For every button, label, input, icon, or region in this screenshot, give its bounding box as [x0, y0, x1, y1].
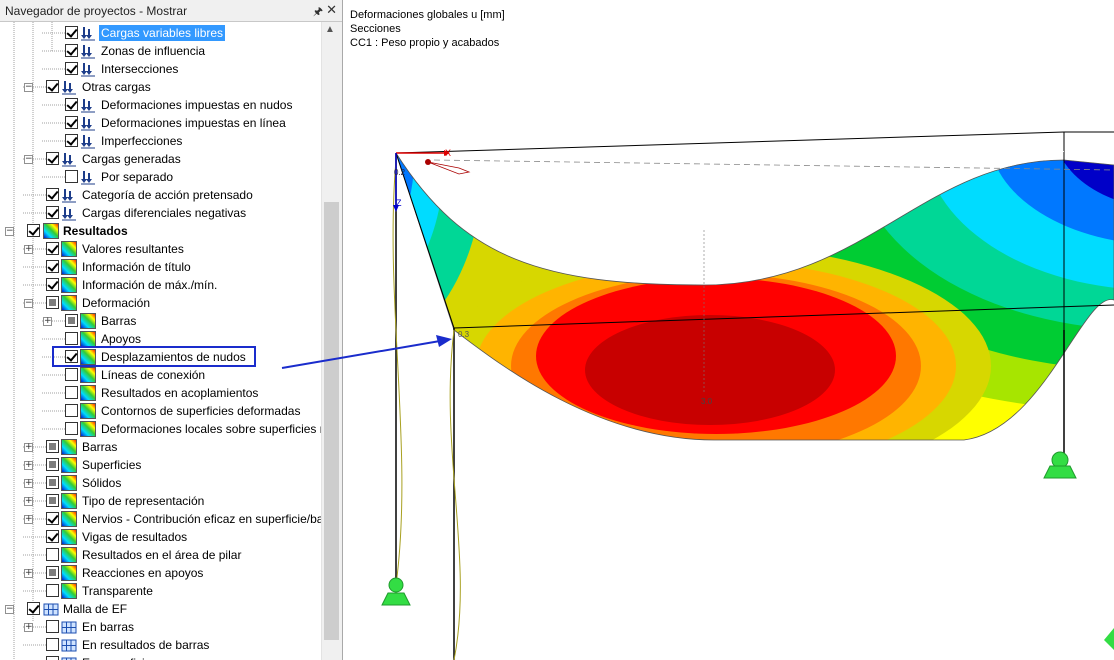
tree-item-label: Vigas de resultados	[82, 530, 188, 544]
tree-item-checkbox[interactable]	[27, 602, 40, 615]
tree-item-checkbox[interactable]	[46, 530, 59, 543]
results-icon	[80, 421, 96, 437]
mesh-icon	[43, 601, 59, 617]
results-icon	[61, 583, 77, 599]
tree-item[interactable]: + Superficies	[0, 456, 321, 474]
tree-item-label: Contornos de superficies deformadas	[101, 404, 301, 418]
tree-item-checkbox[interactable]	[46, 620, 59, 633]
expand-icon[interactable]: +	[24, 623, 33, 632]
expand-icon[interactable]: +	[24, 569, 33, 578]
tree-item-label: Reacciones en apoyos	[82, 566, 204, 580]
expand-icon[interactable]: +	[24, 443, 33, 452]
tree-item-checkbox[interactable]	[46, 566, 59, 579]
tree-item-label: Tipo de representación	[82, 494, 205, 508]
tree-item-checkbox[interactable]	[46, 512, 59, 525]
tree-item-checkbox[interactable]	[46, 458, 59, 471]
tree-item-label: En resultados de barras	[82, 638, 210, 652]
tree-item[interactable]: Vigas de resultados	[0, 528, 321, 546]
tree-item-checkbox[interactable]	[46, 656, 59, 660]
results-icon	[61, 493, 77, 509]
tree-item[interactable]: Resultados en acoplamientos	[0, 384, 321, 402]
tree-item-checkbox[interactable]	[46, 548, 59, 561]
callout-arrow	[281, 335, 452, 369]
results-icon	[61, 511, 77, 527]
results-icon	[80, 403, 96, 419]
results-icon	[61, 547, 77, 563]
support-right	[1043, 451, 1077, 479]
results-icon	[61, 529, 77, 545]
tree-item[interactable]: En superficies	[0, 654, 321, 660]
value-label-top-right: 0.1	[1058, 145, 1070, 154]
tree-item-label: Resultados en acoplamientos	[101, 386, 259, 400]
tree-item-checkbox[interactable]	[65, 386, 78, 399]
results-icon	[61, 457, 77, 473]
tree-item-checkbox[interactable]	[65, 404, 78, 417]
tree-item[interactable]: + Nervios - Contribución eficaz en superf…	[0, 510, 321, 528]
tree-item-checkbox[interactable]	[65, 422, 78, 435]
tree-item-label: Deformaciones locales sobre superficies …	[101, 422, 321, 436]
mesh-icon	[61, 637, 77, 653]
tree-item-label: Sólidos	[82, 476, 122, 490]
tree-item-label: En barras	[82, 620, 135, 634]
tree-item-label: Superficies	[82, 458, 142, 472]
support-left	[381, 577, 411, 606]
value-label-center: 3.0	[701, 397, 713, 406]
tree-item[interactable]: En resultados de barras	[0, 636, 321, 654]
tree-item-checkbox[interactable]	[46, 494, 59, 507]
tree-item-checkbox[interactable]	[46, 638, 59, 651]
tree-item-label: Resultados en el área de pilar	[82, 548, 242, 562]
results-icon	[80, 385, 96, 401]
expand-icon[interactable]: +	[24, 479, 33, 488]
results-icon	[61, 565, 77, 581]
tree-item-label: Malla de EF	[63, 602, 128, 616]
collapse-icon[interactable]: −	[5, 605, 14, 614]
tree-item[interactable]: + Reacciones en apoyos	[0, 564, 321, 582]
tree-item-checkbox[interactable]	[46, 476, 59, 489]
tree-item[interactable]: Transparente	[0, 582, 321, 600]
expand-icon[interactable]: +	[24, 515, 33, 524]
tree-item-checkbox[interactable]	[46, 440, 59, 453]
tree-item[interactable]: Contornos de superficies deformadas	[0, 402, 321, 420]
tree-item-label: Barras	[82, 440, 118, 454]
tree-item-label: Transparente	[82, 584, 153, 598]
tree-item[interactable]: − Malla de EF	[0, 600, 321, 618]
tree-item-checkbox[interactable]	[46, 584, 59, 597]
mesh-icon	[61, 655, 77, 660]
tree-item[interactable]: + Barras	[0, 438, 321, 456]
tree-item[interactable]: Resultados en el área de pilar	[0, 546, 321, 564]
tree-item[interactable]: Deformaciones locales sobre superficies …	[0, 420, 321, 438]
tree-item[interactable]: + Sólidos	[0, 474, 321, 492]
tree-item-label: En superficies	[80, 655, 159, 660]
tree-item[interactable]: + Tipo de representación	[0, 492, 321, 510]
expand-icon[interactable]: +	[24, 497, 33, 506]
tree-item-label: Nervios - Contribución eficaz en superfi…	[82, 512, 321, 526]
results-icon	[61, 439, 77, 455]
results-icon	[61, 475, 77, 491]
expand-icon[interactable]: +	[24, 461, 33, 470]
tree-item[interactable]: + En barras	[0, 618, 321, 636]
mesh-icon	[61, 619, 77, 635]
